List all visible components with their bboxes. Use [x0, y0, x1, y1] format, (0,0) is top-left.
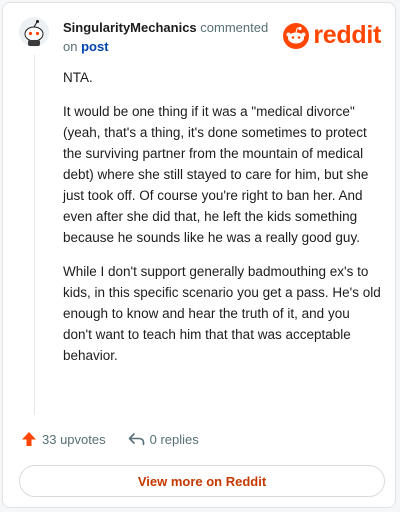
reply-count: 0 replies: [149, 431, 199, 447]
reply-icon: [128, 433, 144, 446]
reply-button[interactable]: 0 replies: [128, 432, 199, 447]
comment-paragraph: While I don't support generally badmouth…: [63, 264, 381, 363]
upvote-count: 33 upvotes: [42, 431, 106, 447]
upvote-arrow-icon: [22, 432, 36, 446]
post-link[interactable]: post: [81, 39, 108, 54]
comment-body: NTA. It would be one thing if it was a "…: [63, 67, 381, 379]
comment-paragraph: NTA.: [63, 70, 93, 85]
upvote-button[interactable]: 33 upvotes: [21, 431, 106, 447]
thread-line: [34, 55, 35, 415]
action-text: commented: [200, 20, 269, 35]
reddit-snoo-icon: [283, 22, 310, 49]
preposition-text: on: [63, 39, 78, 54]
view-more-label: View more on Reddit: [137, 473, 267, 489]
avatar[interactable]: [19, 17, 49, 47]
comment-card: SingularityMechanics commented on post r…: [2, 2, 396, 508]
comment-header: SingularityMechanics commented on post: [63, 18, 273, 56]
comment-paragraph: It would be one thing if it was a "medic…: [63, 104, 369, 245]
reddit-wordmark: reddit: [313, 21, 381, 49]
view-more-button[interactable]: View more on Reddit: [19, 465, 385, 497]
snoo-avatar-icon: [19, 17, 49, 47]
reddit-logo[interactable]: reddit: [283, 21, 381, 50]
comment-actions: 33 upvotes 0 replies: [21, 431, 199, 447]
username-link[interactable]: SingularityMechanics: [63, 20, 197, 35]
